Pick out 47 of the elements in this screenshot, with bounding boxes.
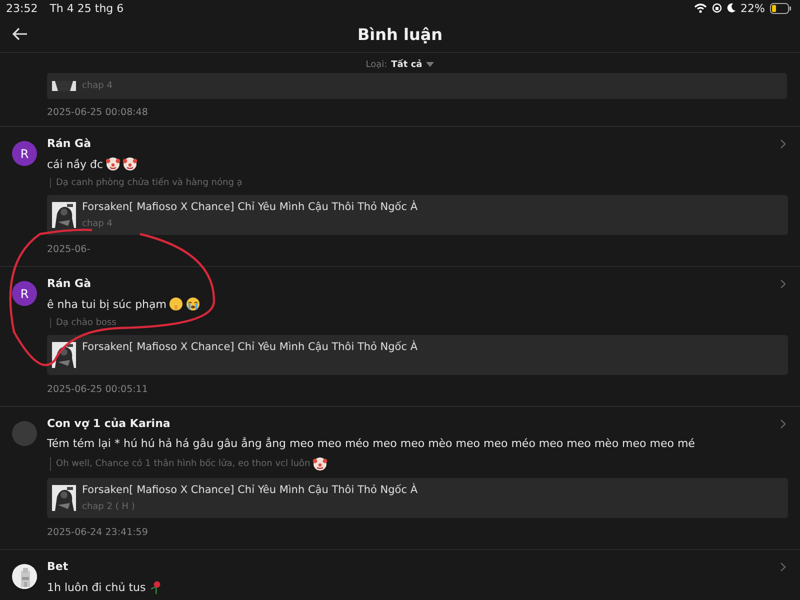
emoji-icon [106,157,120,171]
comment-time: 2025-06- [47,244,92,255]
battery-percent: 22% [740,2,765,14]
user-avatar[interactable]: R [12,141,37,166]
emoji-icon [313,457,328,471]
user-name[interactable]: Rán Gà [47,277,92,290]
chevron-right-icon [780,562,786,572]
comment-text: ê nha tui bị súc phạm [47,298,166,310]
reply-quote: Dạ chào boss [56,318,116,328]
comment-time: 2025-06-25 00:05:11 [47,384,149,395]
chapter-label: chap 4 [82,219,114,229]
story-card[interactable]: Forsaken[ Mafioso X Chance] Chỉ Yêu Mình Cậu Thôi Thỏ Ngốc À chap 2 ( H ) [47,478,788,518]
comment-text: cái nầy đc [47,158,104,170]
chevron-right-icon [780,418,786,428]
reply-quote: Oh well, Chance có 1 thân hình bốc lửa, eo thon vcl luôn [56,459,310,469]
story-title: Forsaken[ Mafioso X Chance] Chỉ Yêu Mình Cậu Thôi Thỏ Ngốc À [82,201,418,213]
filter-dropdown[interactable]: Loại: Tất cả [364,58,436,72]
story-title: Forsaken[ Mafioso X Chance] Chỉ Yêu Mình Cậu Thôi Thỏ Ngốc À [82,484,418,496]
reply-quote: Dạ canh phòng chửa tiến và hàng nóng ạ [56,178,242,188]
emoji-icon [169,297,184,311]
page-title: Bình luận [356,24,444,44]
battery-icon [770,2,792,14]
comment-text: 1h luôn đi chủ tus [47,580,146,594]
emoji-icon [186,297,200,311]
status-time: 23:52 [6,2,38,14]
story-title: Forsaken[ Mafioso X Chance] Chỉ Yêu Mình Cậu Thôi Thỏ Ngốc À [82,341,418,353]
chevron-right-icon [780,278,786,288]
user-name[interactable]: Bet [47,560,68,573]
caret-down-icon [426,62,434,68]
chevron-right-icon [780,138,786,148]
chapter-label: chap 4 [82,81,112,91]
rose-icon [148,580,163,594]
user-name[interactable]: Rán Gà [47,137,92,150]
back-arrow-icon [12,27,28,41]
comment-text: Tém tém lại * hú hú hả há gâu gâu ẳng ẳng meo meo méo meo meo mèo meo meo méo meo meo mèo meo meo mé [47,437,695,450]
status-date: Th 4 25 thg 6 [50,2,124,14]
user-avatar[interactable] [12,564,37,589]
emoji-icon [123,157,138,171]
user-name[interactable]: Con vợ 1 của Karina [47,417,170,430]
comment-time: 2025-06-25 00:08:48 [47,107,149,118]
wifi-icon [694,3,707,13]
story-card[interactable]: Forsaken[ Mafioso X Chance] Chỉ Yêu Mình Cậu Thôi Thỏ Ngốc À chap 4 [47,195,788,235]
chapter-label: chap 2 ( H ) [82,502,136,512]
moon-icon [726,3,736,13]
comment-time: 2025-06-24 23:41:59 [47,527,149,538]
story-card[interactable]: Forsaken[ Mafioso X Chance] Chỉ Yêu Mình Cậu Thôi Thỏ Ngốc À [47,335,788,375]
user-avatar[interactable]: R [12,281,37,306]
